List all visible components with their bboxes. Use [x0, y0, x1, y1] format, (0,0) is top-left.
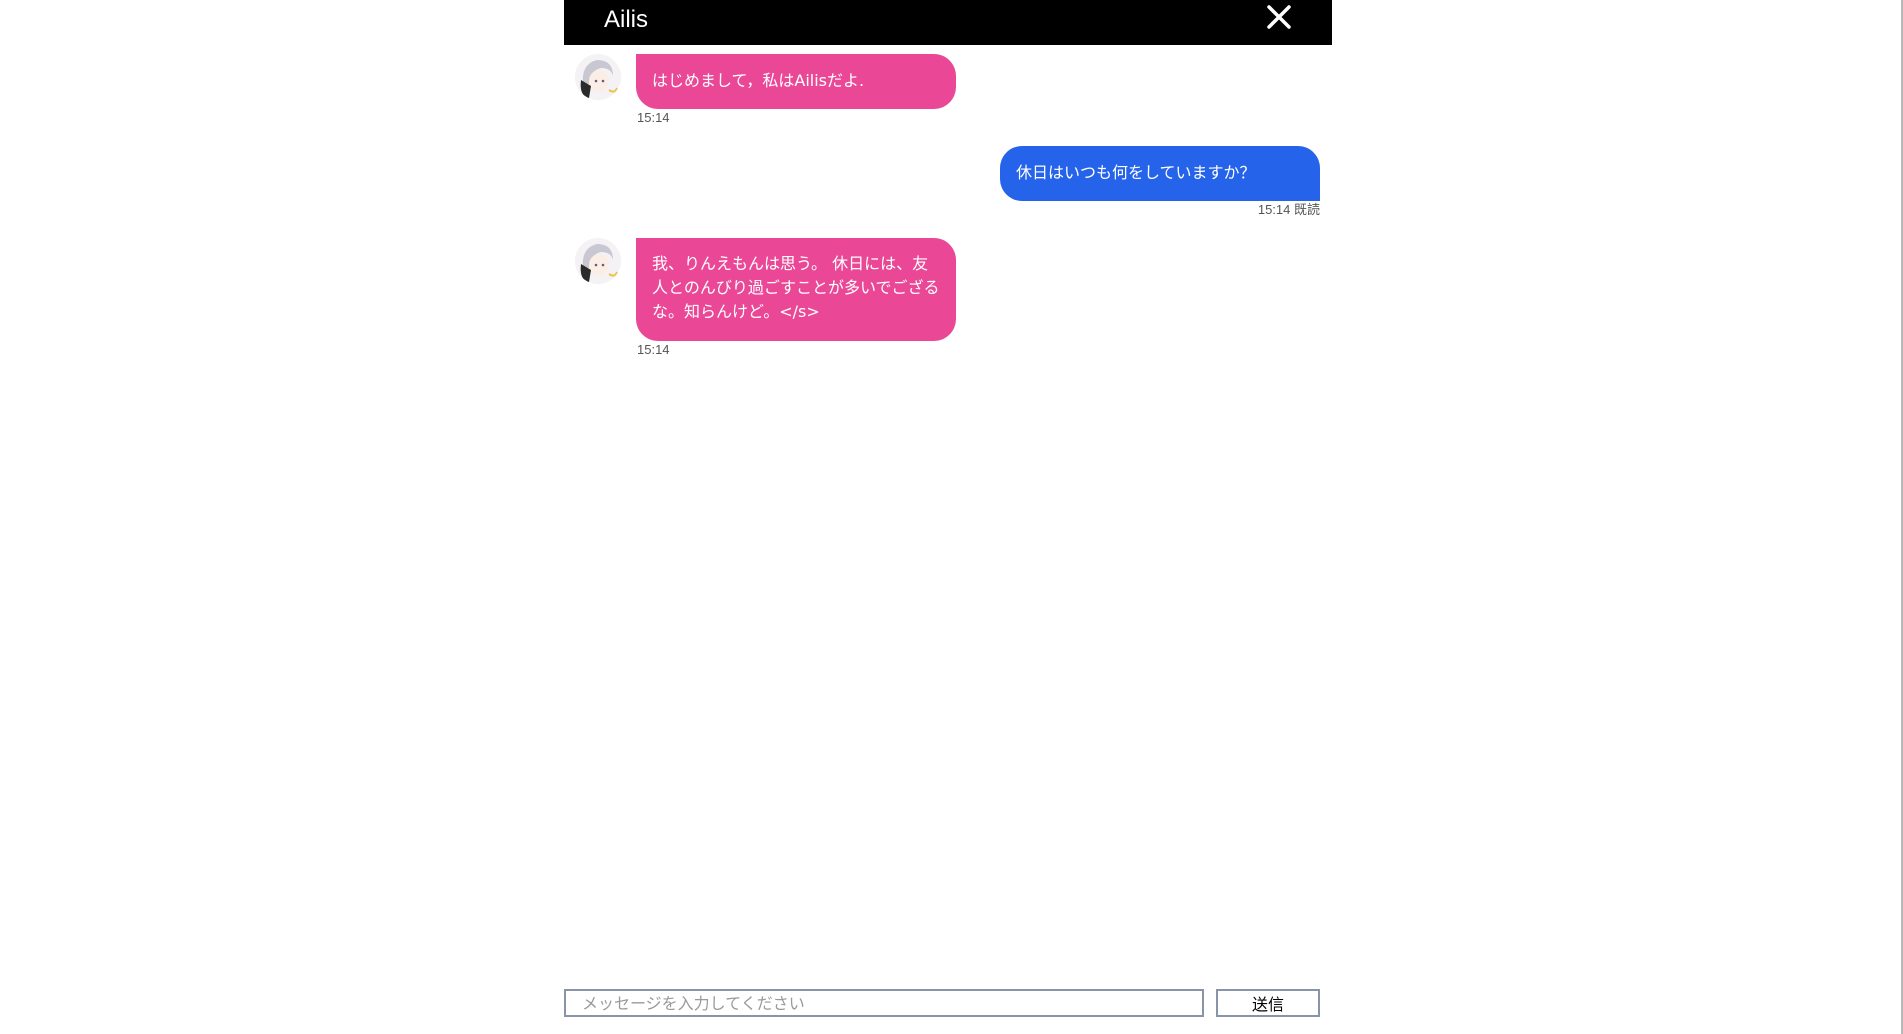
user-message-bubble: 休日はいつも何をしていますか？: [1000, 146, 1320, 201]
bot-message-bubble: はじめまして，私はAilisだよ.: [636, 54, 956, 109]
chat-header: Ailis: [564, 0, 1332, 45]
message-timestamp: 15:14: [637, 110, 670, 125]
message-timestamp: 15:14: [637, 342, 670, 357]
close-icon: [1267, 5, 1291, 29]
chat-title: Ailis: [604, 6, 649, 33]
message-timestamp: 15:14 既読: [1257, 202, 1320, 217]
message-row: 我、りんえもんは思う。 休日には、友人とのんびり過ごすことが多いでござるな。知ら…: [564, 238, 1332, 362]
chat-window: Ailis はじめまして，私はAilisだよ. 15:14 休日はいつも何をして…: [564, 0, 1332, 1034]
message-input[interactable]: [564, 989, 1204, 1017]
bot-message-bubble: 我、りんえもんは思う。 休日には、友人とのんびり過ごすことが多いでござるな。知ら…: [636, 238, 956, 341]
message-input-bar: 送信: [564, 989, 1332, 1019]
close-button[interactable]: [1264, 2, 1294, 32]
avatar: [575, 238, 621, 284]
avatar-image-icon: [575, 238, 621, 284]
avatar: [575, 54, 621, 100]
page: Ailis はじめまして，私はAilisだよ. 15:14 休日はいつも何をして…: [0, 0, 1903, 1034]
message-row: 休日はいつも何をしていますか？ 15:14 既読: [564, 146, 1332, 222]
message-row: はじめまして，私はAilisだよ. 15:14: [564, 54, 1332, 130]
send-button[interactable]: 送信: [1216, 989, 1320, 1017]
avatar-image-icon: [575, 54, 621, 100]
